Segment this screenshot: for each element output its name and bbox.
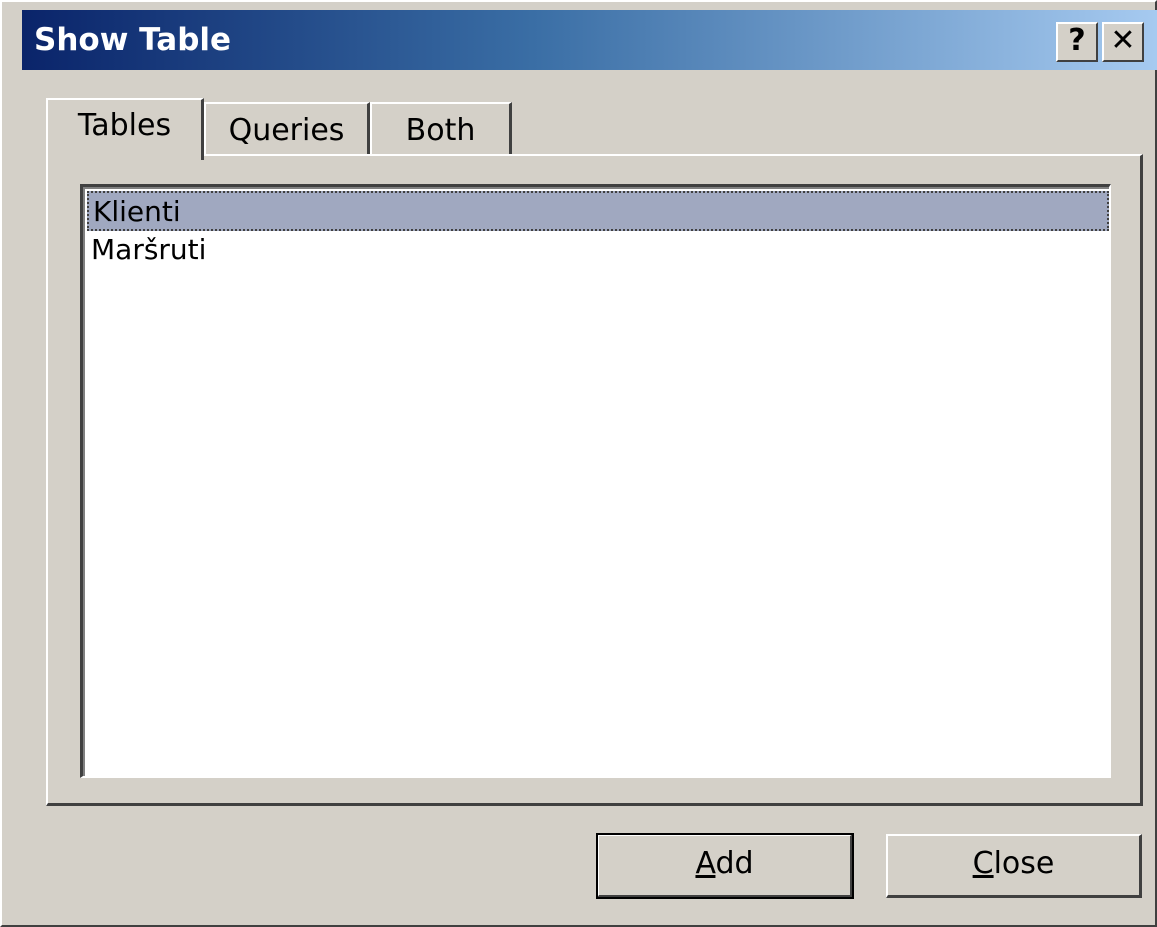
show-table-dialog: Show Table ? ✕ Tables Queries Both Klien… bbox=[0, 0, 1157, 927]
help-button[interactable]: ? bbox=[1056, 22, 1098, 62]
tab-tables[interactable]: Tables bbox=[46, 98, 204, 160]
add-button[interactable]: Add bbox=[596, 833, 854, 899]
close-button[interactable]: Close bbox=[886, 834, 1142, 898]
tables-listbox[interactable]: Klienti Maršruti bbox=[80, 184, 1111, 778]
tab-label: Tables bbox=[77, 108, 172, 143]
list-item-label: Klienti bbox=[93, 195, 181, 228]
tab-panel: Klienti Maršruti bbox=[46, 154, 1143, 806]
tab-label: Queries bbox=[228, 113, 345, 148]
tab-queries[interactable]: Queries bbox=[204, 102, 370, 154]
close-icon[interactable]: ✕ bbox=[1102, 22, 1144, 62]
title-bar[interactable]: Show Table ? ✕ bbox=[22, 10, 1157, 70]
list-item[interactable]: Klienti bbox=[87, 191, 1109, 231]
tab-both[interactable]: Both bbox=[370, 102, 512, 154]
close-label-rest: lose bbox=[993, 846, 1055, 881]
add-label-rest: dd bbox=[715, 846, 754, 881]
list-item[interactable]: Maršruti bbox=[87, 231, 1109, 271]
close-accelerator: C bbox=[972, 846, 994, 881]
add-accelerator: A bbox=[695, 846, 716, 881]
tab-label: Both bbox=[405, 113, 476, 148]
list-item-label: Maršruti bbox=[91, 233, 207, 266]
dialog-title: Show Table bbox=[34, 22, 232, 58]
